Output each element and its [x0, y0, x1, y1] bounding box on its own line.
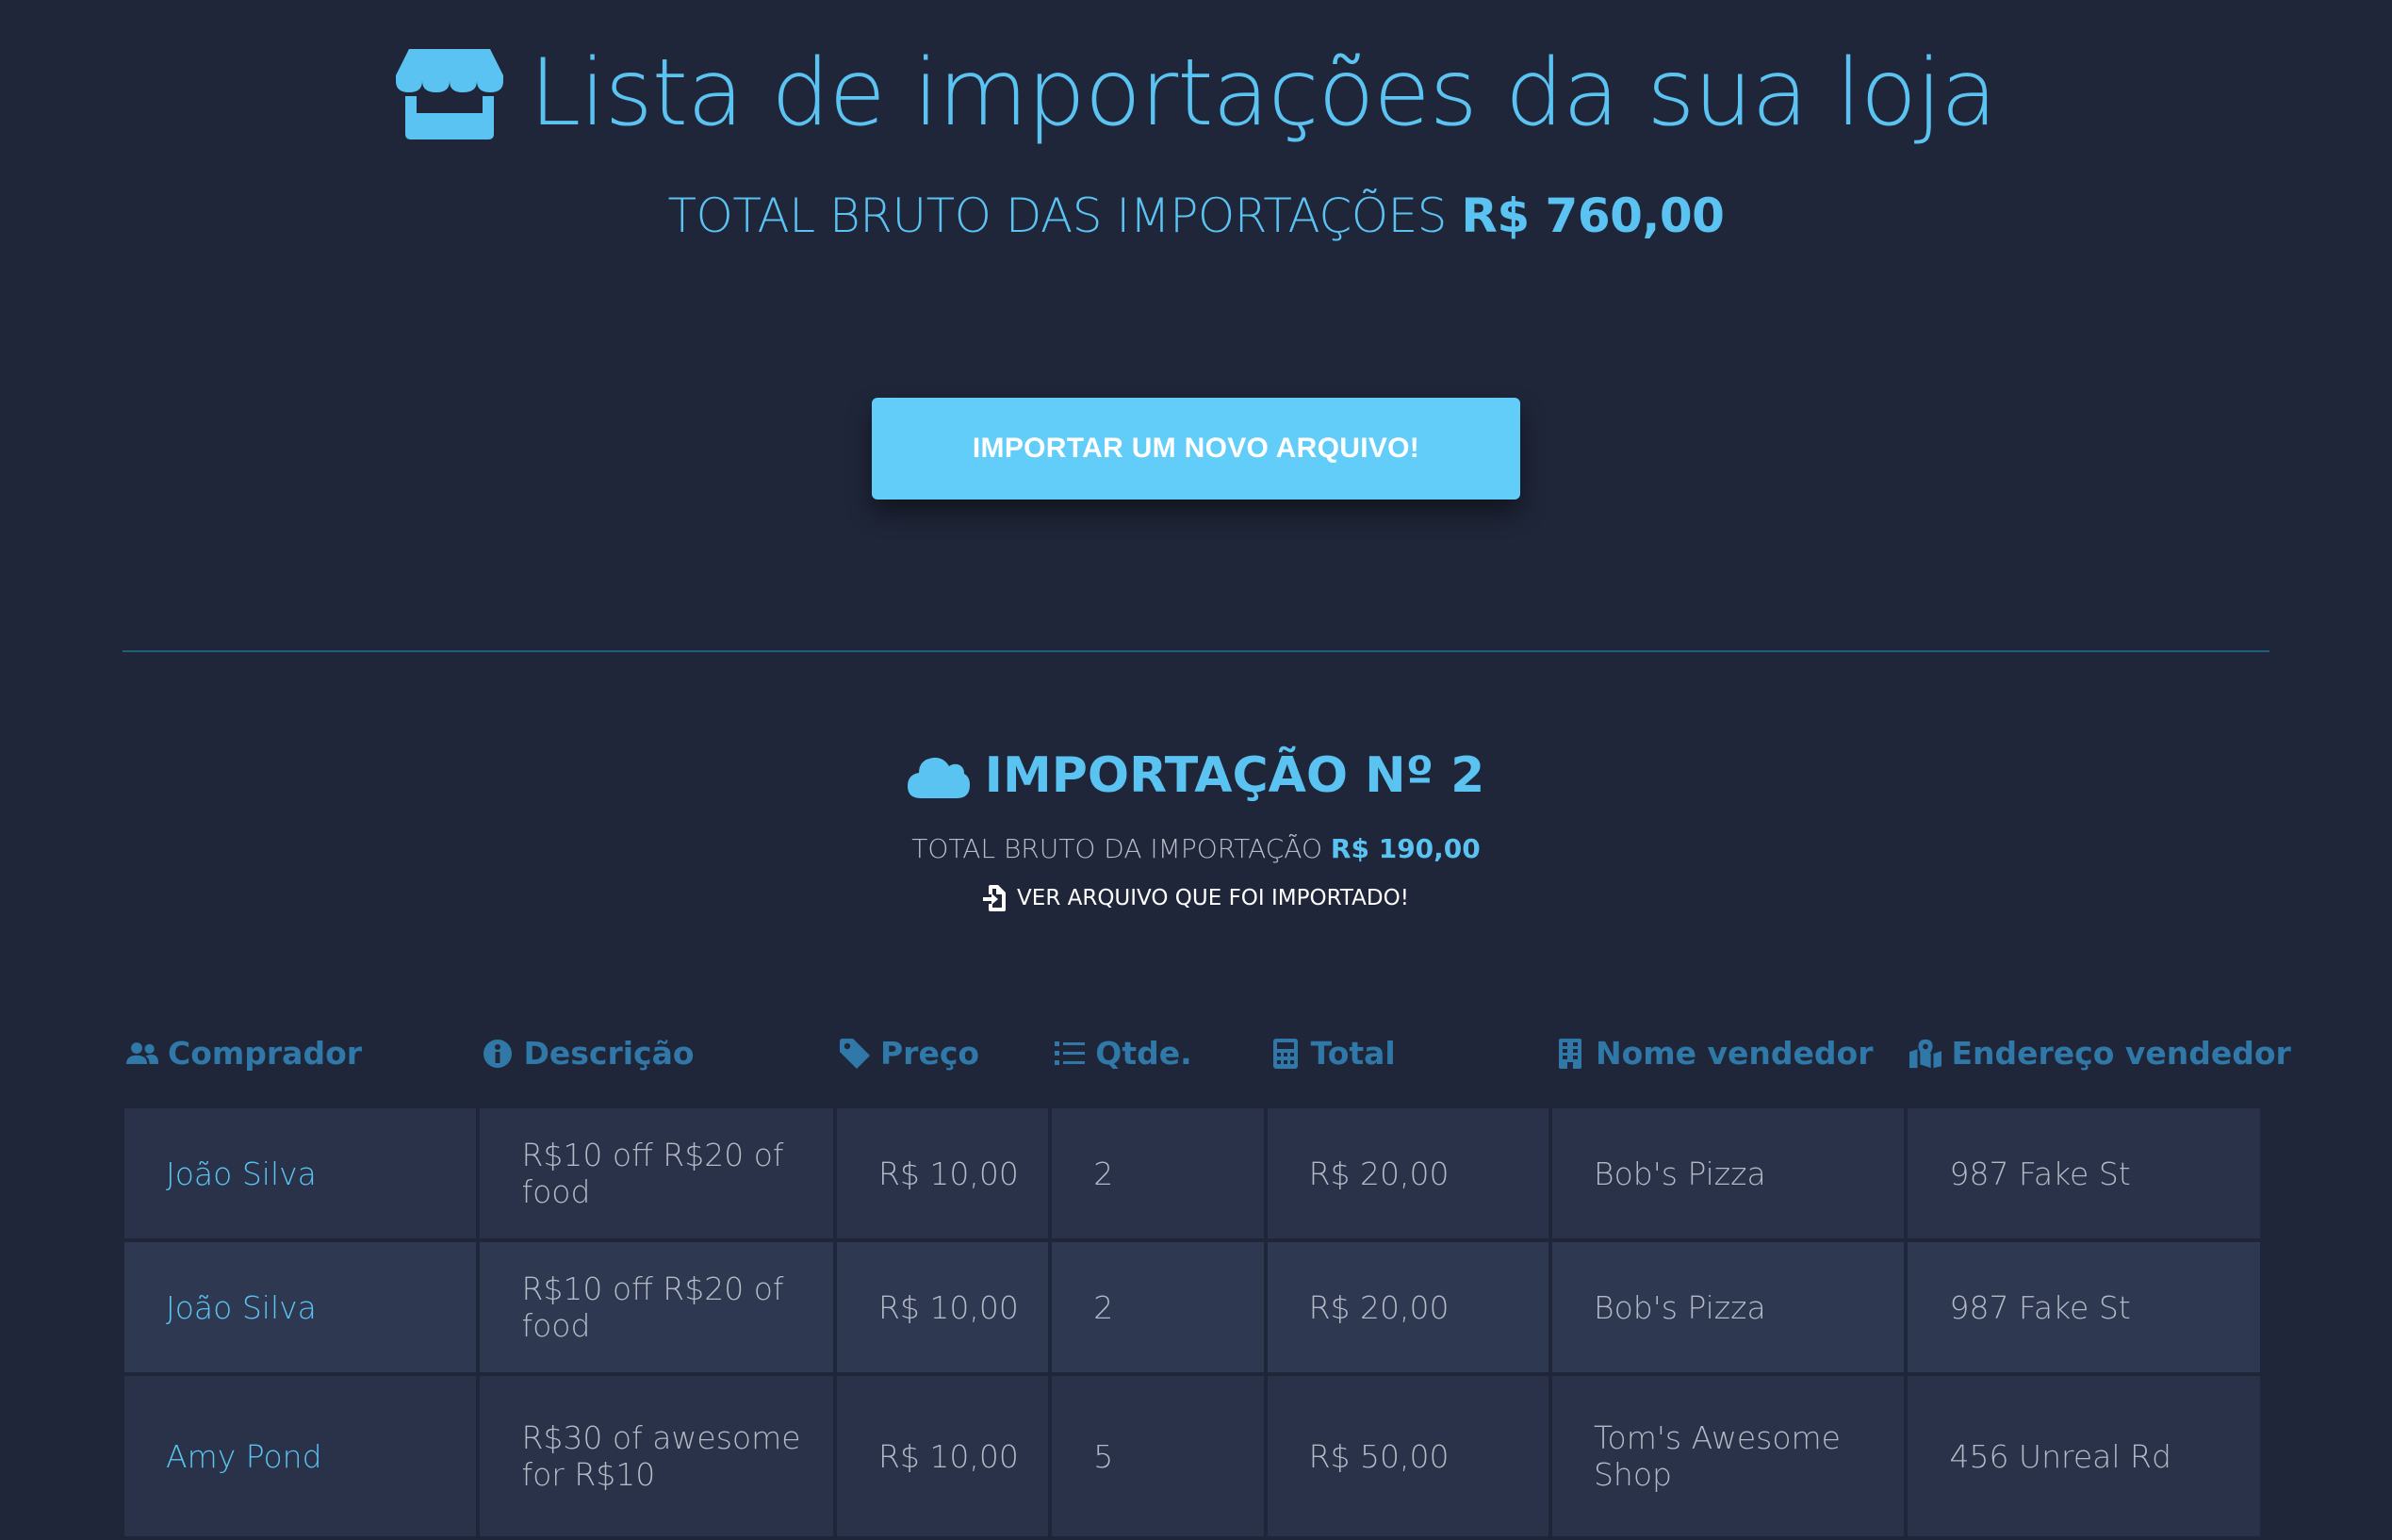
cell-quantity: 5 — [1052, 1376, 1264, 1540]
column-label-price: Preço — [879, 1035, 980, 1072]
users-icon — [126, 1039, 158, 1069]
import-section: IMPORTAÇÃO Nº 2 TOTAL BRUTO DA IMPORTAÇÃ… — [0, 735, 2392, 915]
table-header-row: Comprador Descrição Preço Qtde. Total No… — [124, 1035, 2291, 1108]
column-label-merchant-address: Endereço vendedor — [1951, 1035, 2291, 1072]
column-label-merchant-name: Nome vendedor — [1595, 1035, 1874, 1072]
cell-price: R$ 10,00 — [836, 1376, 1049, 1540]
file-import-icon — [983, 885, 1007, 911]
store-icon — [395, 47, 503, 139]
table-row[interactable]: João Silva R$10 off R$20 of food R$ 10,0… — [124, 1242, 2260, 1376]
building-icon — [1554, 1038, 1586, 1069]
cell-description: R$10 off R$20 of food — [480, 1242, 833, 1376]
column-header-description[interactable]: Descrição — [480, 1035, 833, 1108]
cloud-icon — [907, 753, 970, 798]
info-circle-icon — [482, 1039, 514, 1069]
tag-icon — [839, 1038, 871, 1069]
cell-price: R$ 10,00 — [836, 1108, 1049, 1242]
calculator-icon — [1270, 1038, 1302, 1069]
map-marked-icon — [1909, 1039, 1942, 1069]
column-label-total: Total — [1310, 1035, 1396, 1072]
cell-merchant-address: 456 Unreal Rd — [1908, 1376, 2260, 1540]
column-header-merchant-address[interactable]: Endereço vendedor — [1908, 1035, 2291, 1108]
import-title-text: IMPORTAÇÃO Nº 2 — [984, 747, 1485, 804]
cell-buyer[interactable]: João Silva — [124, 1108, 477, 1242]
cell-buyer[interactable]: Amy Pond — [124, 1376, 477, 1540]
table-row[interactable]: João Silva R$10 off R$20 of food R$ 10,0… — [124, 1108, 2260, 1242]
list-icon — [1054, 1039, 1086, 1069]
page-header: Lista de importações da sua loja TOTAL B… — [0, 32, 2392, 243]
column-header-merchant-name[interactable]: Nome vendedor — [1552, 1035, 1904, 1108]
table-row[interactable]: Amy Pond R$30 of awesome for R$10 R$ 10,… — [124, 1376, 2260, 1540]
column-label-buyer: Comprador — [168, 1035, 363, 1072]
cell-description: R$30 of awesome for R$10 — [480, 1376, 833, 1540]
page-title: Lista de importações da sua loja — [395, 32, 1997, 155]
column-label-quantity: Qtde. — [1095, 1035, 1192, 1072]
import-total-value: R$ 190,00 — [1330, 833, 1481, 864]
import-total-label: TOTAL BRUTO DA IMPORTAÇÃO — [911, 833, 1323, 864]
cell-buyer[interactable]: João Silva — [124, 1242, 477, 1376]
import-new-file-button[interactable]: IMPORTAR UM NOVO ARQUIVO! — [872, 398, 1520, 500]
cell-total: R$ 20,00 — [1267, 1108, 1548, 1242]
column-header-quantity[interactable]: Qtde. — [1052, 1035, 1263, 1108]
cell-quantity: 2 — [1052, 1108, 1264, 1242]
cell-merchant-name: Tom's Awesome Shop — [1551, 1376, 1905, 1540]
import-title: IMPORTAÇÃO Nº 2 — [907, 735, 1485, 816]
cell-total: R$ 50,00 — [1267, 1376, 1548, 1540]
cell-merchant-name: Bob's Pizza — [1551, 1108, 1905, 1242]
section-divider — [123, 650, 2269, 652]
cell-price: R$ 10,00 — [836, 1242, 1049, 1376]
column-label-description: Descrição — [523, 1035, 695, 1072]
column-header-price[interactable]: Preço — [837, 1035, 1048, 1108]
grand-total-value: R$ 760,00 — [1461, 188, 1725, 243]
cell-merchant-address: 987 Fake St — [1908, 1242, 2260, 1376]
grand-total: TOTAL BRUTO DAS IMPORTAÇÕES R$ 760,00 — [0, 188, 2392, 243]
view-link-text: VER ARQUIVO QUE FOI IMPORTADO! — [1017, 886, 1409, 910]
import-total: TOTAL BRUTO DA IMPORTAÇÃO R$ 190,00 — [0, 833, 2392, 864]
cell-total: R$ 20,00 — [1267, 1242, 1548, 1376]
view-imported-file-link[interactable]: VER ARQUIVO QUE FOI IMPORTADO! — [983, 885, 1409, 911]
page-title-text: Lista de importações da sua loja — [529, 40, 1997, 147]
column-header-buyer[interactable]: Comprador — [124, 1035, 476, 1108]
cell-merchant-name: Bob's Pizza — [1551, 1242, 1905, 1376]
cell-quantity: 2 — [1052, 1242, 1264, 1376]
cell-description: R$10 off R$20 of food — [480, 1108, 833, 1242]
imports-table: Comprador Descrição Preço Qtde. Total No… — [121, 1035, 2291, 1540]
column-header-total[interactable]: Total — [1268, 1035, 1548, 1108]
cell-merchant-address: 987 Fake St — [1908, 1108, 2260, 1242]
grand-total-label: TOTAL BRUTO DAS IMPORTAÇÕES — [667, 188, 1448, 243]
